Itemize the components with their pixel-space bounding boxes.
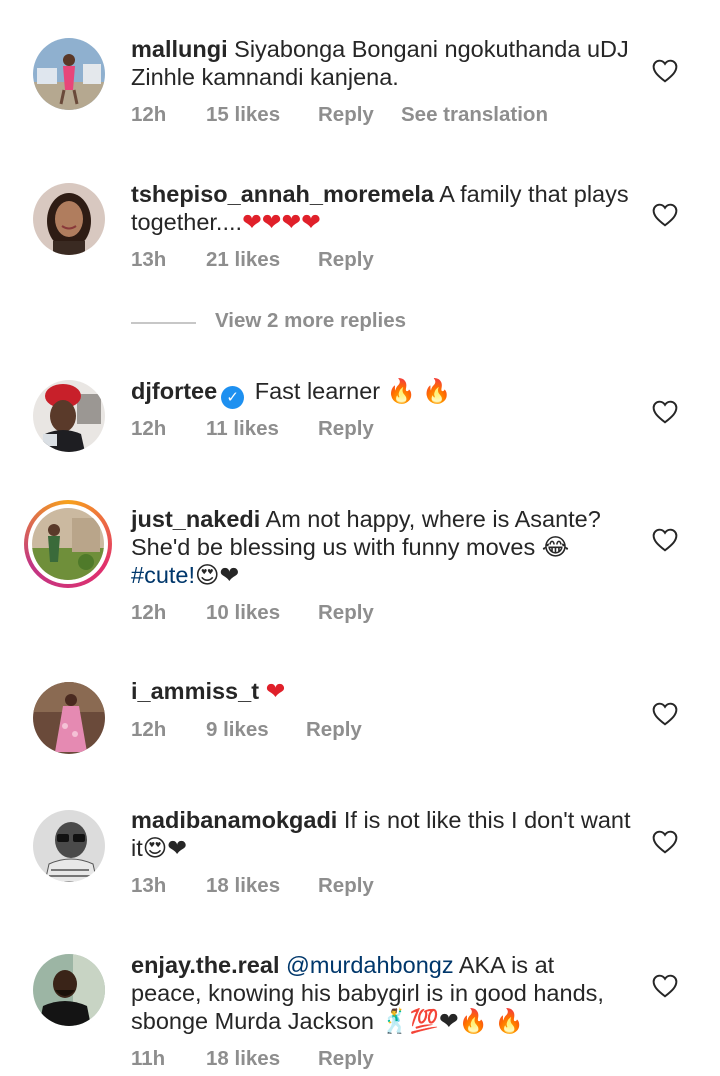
reply-button[interactable]: Reply	[318, 417, 374, 441]
avatar-photo	[33, 810, 105, 882]
username[interactable]: enjay.the.real	[131, 952, 279, 978]
comment-text: i_ammiss_t ❤	[131, 677, 631, 705]
timestamp: 11h	[131, 1047, 166, 1070]
avatar[interactable]	[33, 38, 105, 110]
avatar[interactable]	[33, 810, 105, 882]
heart-outline-icon[interactable]	[652, 830, 678, 854]
username[interactable]: just_nakedi	[131, 506, 260, 532]
avatar[interactable]	[33, 380, 105, 452]
view-more-replies-label[interactable]: View 2 more replies	[215, 309, 406, 333]
likes-count[interactable]: 18 likes	[206, 874, 280, 898]
heart-outline-icon[interactable]	[652, 203, 678, 227]
avatar-photo	[33, 380, 105, 452]
username[interactable]: tshepiso_annah_moremela	[131, 181, 434, 207]
emojis: 😍❤	[195, 562, 240, 588]
likes-count[interactable]: 9 likes	[206, 718, 269, 742]
divider	[131, 322, 196, 324]
comment-text: just_nakedi Am not happy, where is Asant…	[131, 505, 631, 589]
laughing-emoji: 😂	[541, 534, 570, 560]
username[interactable]: madibanamokgadi	[131, 807, 337, 833]
heart-emojis: ❤❤❤❤	[242, 209, 321, 235]
avatar-story-ring[interactable]	[24, 500, 112, 588]
avatar[interactable]	[33, 954, 105, 1026]
mention-link[interactable]: @murdahbongz	[286, 952, 454, 978]
reply-button[interactable]: Reply	[306, 718, 362, 742]
timestamp: 12h	[131, 417, 167, 440]
likes-count[interactable]: 15 likes	[206, 103, 280, 127]
reply-button[interactable]: Reply	[318, 103, 374, 127]
likes-count[interactable]: 10 likes	[206, 601, 280, 625]
hashtag-link[interactable]: #cute!	[131, 562, 195, 588]
comment-text: tshepiso_annah_moremela A family that pl…	[131, 180, 631, 236]
avatar[interactable]	[33, 682, 105, 754]
reply-button[interactable]: Reply	[318, 1047, 374, 1071]
comment-text: mallungi Siyabonga Bongani ngokuthanda u…	[131, 35, 631, 91]
ring-inner	[28, 504, 108, 584]
avatar	[32, 508, 104, 580]
reply-button[interactable]: Reply	[318, 248, 374, 272]
timestamp: 13h	[131, 874, 167, 897]
avatar-photo	[33, 954, 105, 1026]
heart-outline-icon[interactable]	[652, 400, 678, 424]
comment-text: enjay.the.real @murdahbongz AKA is at pe…	[131, 951, 631, 1035]
comment-text: madibanamokgadi If is not like this I do…	[131, 806, 631, 862]
heart-outline-icon[interactable]	[652, 59, 678, 83]
avatar-photo	[33, 183, 105, 255]
heart-emoji: ❤	[265, 678, 286, 704]
comment-body: Fast learner	[254, 378, 381, 404]
emojis: 😍❤	[142, 835, 187, 861]
username[interactable]: i_ammiss_t	[131, 678, 259, 704]
comment-text: djfortee ✓ Fast learner 🔥 🔥	[131, 377, 631, 409]
timestamp: 12h	[131, 601, 167, 624]
timestamp: 12h	[131, 718, 167, 741]
heart-outline-icon[interactable]	[652, 528, 678, 552]
likes-count[interactable]: 21 likes	[206, 248, 280, 272]
likes-count[interactable]: 11 likes	[206, 417, 279, 441]
username[interactable]: djfortee	[131, 378, 217, 404]
timestamp: 12h	[131, 103, 167, 126]
reply-button[interactable]: Reply	[318, 874, 374, 898]
heart-outline-icon[interactable]	[652, 974, 678, 998]
username[interactable]: mallungi	[131, 36, 228, 62]
reply-button[interactable]: Reply	[318, 601, 374, 625]
see-translation-button[interactable]: See translation	[401, 103, 548, 127]
fire-emojis: 🔥 🔥	[386, 378, 452, 404]
heart-outline-icon[interactable]	[652, 702, 678, 726]
likes-count[interactable]: 18 likes	[206, 1047, 280, 1071]
avatar[interactable]	[33, 183, 105, 255]
avatar-photo	[32, 508, 104, 580]
verified-badge-icon: ✓	[221, 386, 245, 409]
emojis: 🕺💯❤🔥 🔥	[380, 1008, 524, 1034]
avatar-photo	[33, 38, 105, 110]
avatar-photo	[33, 682, 105, 754]
timestamp: 13h	[131, 248, 167, 271]
